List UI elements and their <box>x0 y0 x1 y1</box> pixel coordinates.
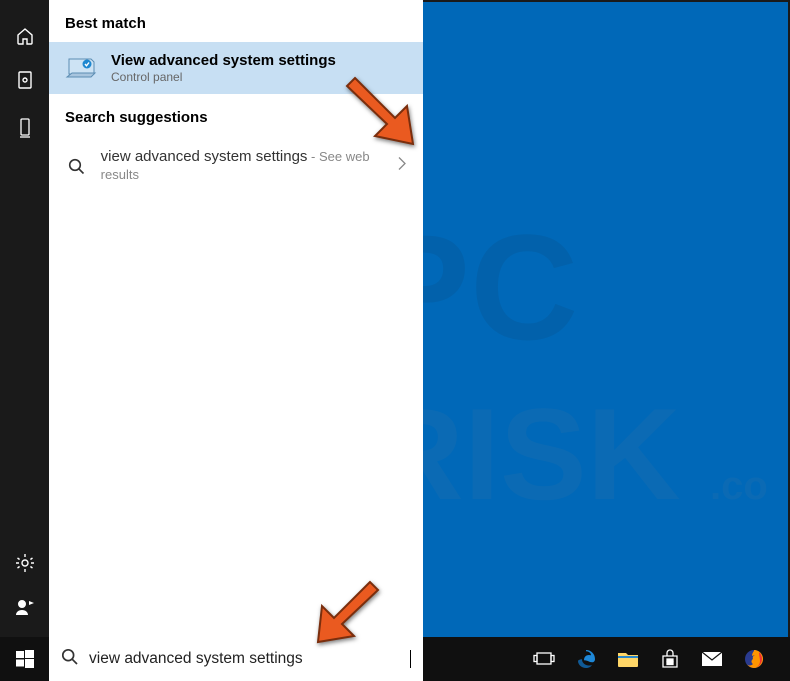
suggestions-heading: Search suggestions <box>49 94 423 136</box>
taskbar-tray <box>524 637 790 681</box>
taskbar: view advanced system settings <box>0 637 790 681</box>
taskbar-search-box[interactable]: view advanced system settings <box>49 637 423 681</box>
search-results-panel: Best match View advanced system settings… <box>49 0 423 637</box>
suggestion-query: view advanced system settings <box>101 148 308 165</box>
feedback-icon[interactable] <box>0 585 49 629</box>
store-icon[interactable] <box>650 637 690 681</box>
best-match-title: View advanced system settings <box>111 52 336 69</box>
firefox-icon[interactable] <box>734 637 774 681</box>
home-icon[interactable] <box>0 14 49 58</box>
notebook-icon[interactable] <box>0 58 49 102</box>
mail-icon[interactable] <box>692 637 732 681</box>
best-match-subtitle: Control panel <box>111 70 336 84</box>
devices-icon[interactable] <box>0 106 49 150</box>
best-match-heading: Best match <box>49 0 423 42</box>
system-settings-icon <box>65 54 99 82</box>
search-icon <box>65 158 89 175</box>
start-button[interactable] <box>0 637 49 681</box>
web-suggestion[interactable]: view advanced system settings - See web … <box>49 136 423 196</box>
settings-icon[interactable] <box>0 541 49 585</box>
chevron-right-icon[interactable] <box>397 156 407 177</box>
file-explorer-icon[interactable] <box>608 637 648 681</box>
best-match-result[interactable]: View advanced system settings Control pa… <box>49 42 423 94</box>
search-input-text[interactable]: view advanced system settings <box>89 650 410 668</box>
text-caret <box>410 650 411 668</box>
edge-icon[interactable] <box>566 637 606 681</box>
task-view-icon[interactable] <box>524 637 564 681</box>
cortana-sidebar <box>0 0 49 637</box>
search-icon <box>61 648 79 671</box>
